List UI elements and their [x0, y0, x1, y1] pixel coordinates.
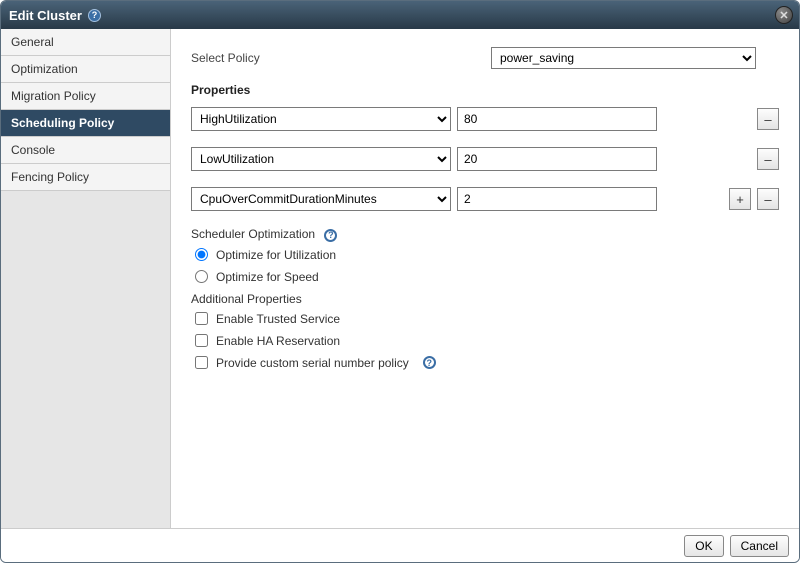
tab-console[interactable]: Console [1, 137, 170, 164]
remove-property-button[interactable]: – [757, 188, 779, 210]
checkbox-input[interactable] [195, 334, 208, 347]
tab-scheduling-policy[interactable]: Scheduling Policy [1, 110, 170, 137]
property-name-select[interactable]: LowUtilization [191, 147, 451, 171]
property-value-input[interactable] [457, 147, 657, 171]
property-row: HighUtilization – [191, 107, 779, 131]
dialog-title: Edit Cluster [9, 8, 82, 23]
help-icon[interactable]: ? [324, 229, 337, 242]
tab-general[interactable]: General [1, 29, 170, 56]
remove-property-button[interactable]: – [757, 148, 779, 170]
property-name-select[interactable]: CpuOverCommitDurationMinutes [191, 187, 451, 211]
radio-optimize-utilization[interactable]: Optimize for Utilization [195, 248, 779, 262]
radio-label: Optimize for Utilization [216, 248, 336, 262]
ok-button[interactable]: OK [684, 535, 723, 557]
property-row: CpuOverCommitDurationMinutes + – [191, 187, 779, 211]
tab-fencing-policy[interactable]: Fencing Policy [1, 164, 170, 191]
close-icon[interactable]: ✕ [775, 6, 793, 24]
checkbox-label: Enable HA Reservation [216, 334, 340, 348]
dialog-body: General Optimization Migration Policy Sc… [1, 29, 799, 528]
radio-optimize-speed[interactable]: Optimize for Speed [195, 270, 779, 284]
radio-label: Optimize for Speed [216, 270, 319, 284]
additional-properties-title: Additional Properties [191, 292, 779, 306]
cancel-button[interactable]: Cancel [730, 535, 789, 557]
checkbox-trusted-service[interactable]: Enable Trusted Service [195, 312, 779, 326]
property-name-select[interactable]: HighUtilization [191, 107, 451, 131]
property-row: LowUtilization – [191, 147, 779, 171]
titlebar: Edit Cluster ? ✕ [1, 1, 799, 29]
dialog-footer: OK Cancel [1, 528, 799, 562]
radio-input[interactable] [195, 248, 208, 261]
checkbox-label: Enable Trusted Service [216, 312, 340, 326]
help-icon[interactable]: ? [88, 9, 101, 22]
checkbox-ha-reservation[interactable]: Enable HA Reservation [195, 334, 779, 348]
checkbox-custom-serial-policy[interactable]: Provide custom serial number policy ? [195, 356, 779, 370]
help-icon[interactable]: ? [423, 356, 436, 369]
checkbox-input[interactable] [195, 356, 208, 369]
checkbox-label: Provide custom serial number policy [216, 356, 409, 370]
edit-cluster-dialog: Edit Cluster ? ✕ General Optimization Mi… [0, 0, 800, 563]
content-pane: Select Policy power_saving Properties Hi… [171, 29, 799, 528]
property-value-input[interactable] [457, 107, 657, 131]
remove-property-button[interactable]: – [757, 108, 779, 130]
tab-migration-policy[interactable]: Migration Policy [1, 83, 170, 110]
select-policy-dropdown[interactable]: power_saving [491, 47, 756, 69]
properties-title: Properties [191, 83, 779, 97]
select-policy-label: Select Policy [191, 51, 491, 65]
sidebar: General Optimization Migration Policy Sc… [1, 29, 171, 528]
checkbox-input[interactable] [195, 312, 208, 325]
radio-input[interactable] [195, 270, 208, 283]
scheduler-optimization-title: Scheduler Optimization [191, 227, 315, 241]
property-value-input[interactable] [457, 187, 657, 211]
add-property-button[interactable]: + [729, 188, 751, 210]
tab-optimization[interactable]: Optimization [1, 56, 170, 83]
